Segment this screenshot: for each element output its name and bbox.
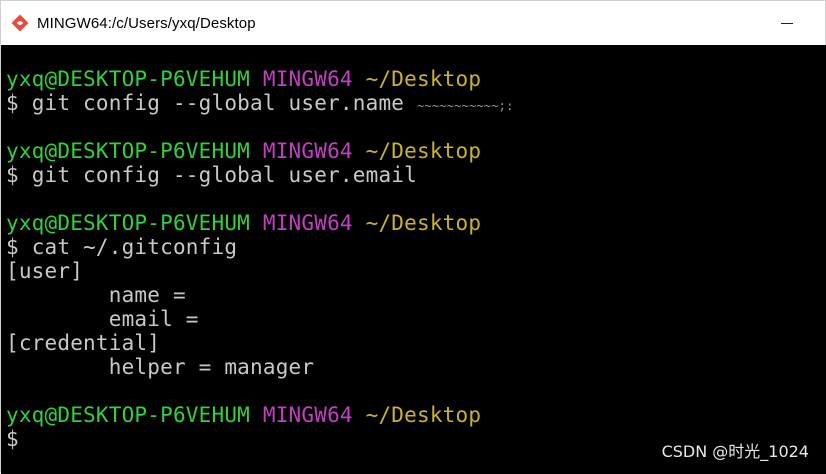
command-line: $ git config --global user.name ~~~~~~~~… [6,91,514,115]
prompt-line: yxq@DESKTOP-P6VEHUM MINGW64 ~/Desktop [6,403,482,427]
command-line: $ cat ~/.gitconfig [6,235,238,259]
window-title: MINGW64:/c/Users/yxq/Desktop [37,14,256,32]
prompt-line: yxq@DESKTOP-P6VEHUM MINGW64 ~/Desktop [6,139,482,163]
output-line: [credential] [6,331,161,355]
redacted-text: ~~~~~~~~~~~;: [416,99,514,113]
terminal-window: MINGW64:/c/Users/yxq/Desktop yxq@DESKTOP… [0,0,826,474]
output-line: name = [6,283,186,307]
output-line: helper = manager [6,355,315,379]
minimize-icon[interactable] [773,9,801,37]
command-line: $ git config --global user.email [6,163,417,187]
output-line: [user] [6,259,84,283]
watermark: CSDN @时光_1024 [661,442,809,461]
prompt-line: yxq@DESKTOP-P6VEHUM MINGW64 ~/Desktop [6,211,482,235]
terminal-output[interactable]: yxq@DESKTOP-P6VEHUM MINGW64 ~/Desktop $ … [1,45,826,474]
title-bar[interactable]: MINGW64:/c/Users/yxq/Desktop [1,1,825,45]
output-line: email = [6,307,199,331]
git-icon [11,14,29,32]
prompt-line: yxq@DESKTOP-P6VEHUM MINGW64 ~/Desktop [6,67,482,91]
command-line: $ [6,427,19,451]
